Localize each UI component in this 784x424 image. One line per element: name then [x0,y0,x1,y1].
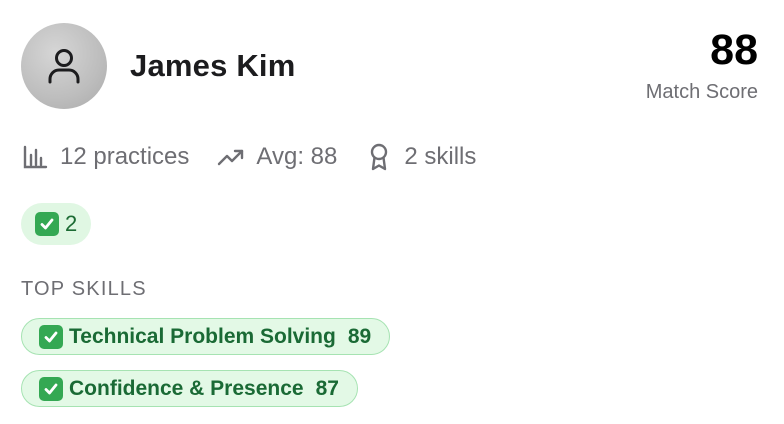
stat-average-text: Avg: 88 [256,143,338,170]
check-mark-icon [35,212,59,236]
stats-row: 12 practices Avg: 88 2 skills [21,140,504,174]
stat-skills-text: 2 skills [404,143,477,170]
check-mark-icon [39,324,63,349]
person-icon [47,47,81,85]
stat-average: Avg: 88 [217,143,337,171]
skill-chip-confidence-presence: Confidence & Presence 87 [21,370,358,407]
stat-skills: 2 skills [365,143,476,171]
skill-chip-technical-problem-solving: Technical Problem Solving 89 [21,318,391,355]
trending-up-icon [217,143,245,171]
match-score: 88 Match Score [646,26,758,104]
candidate-name: James Kim [130,48,296,83]
stat-practices-text: 12 practices [60,143,190,170]
match-score-value: 88 [710,26,758,74]
skill-name: Technical Problem Solving [69,324,336,348]
stat-practices: 12 practices [21,143,189,171]
candidate-card[interactable]: James Kim 88 Match Score 12 practices Av… [0,0,784,424]
top-skills-title: TOP SKILLS [21,278,147,300]
top-skills-list: Technical Problem Solving 89 Confidence … [21,318,391,422]
check-mark-icon [39,376,63,401]
match-score-label: Match Score [645,81,758,103]
list-item: Technical Problem Solving 89 [21,318,391,370]
list-item: Confidence & Presence 87 [21,370,390,422]
skill-name: Confidence & Presence [69,376,304,400]
status-badge-count: 2 [65,211,78,236]
status-badge: 2 [21,203,92,245]
skill-score: 89 [347,324,372,348]
skill-score: 87 [315,376,339,400]
avatar [21,23,107,109]
card-header: James Kim 88 Match Score [21,23,758,111]
bar-chart-icon [21,143,49,171]
award-icon [365,143,393,171]
